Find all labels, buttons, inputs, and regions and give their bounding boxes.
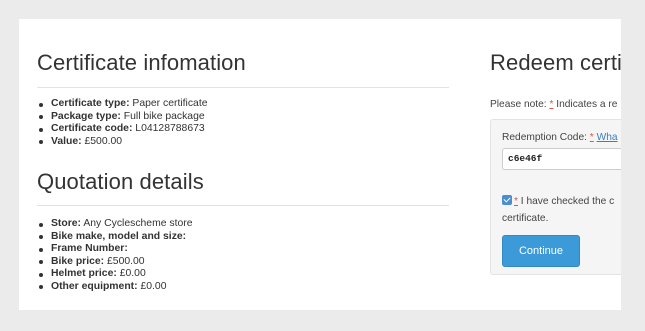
bullet-icon (39, 115, 43, 119)
item-value: £500.00 (81, 135, 123, 147)
item-label: Bike make, model and size: (51, 230, 187, 242)
list-item: Bike price: £500.00 (37, 256, 193, 269)
confirmation-checkbox-row: * I have checked the c certificate. (502, 193, 614, 227)
list-item: Certificate type: Paper certificate (37, 98, 208, 111)
bullet-icon (39, 235, 43, 239)
list-item: Value: £500.00 (37, 136, 208, 149)
divider (37, 205, 449, 206)
list-item: Certificate code: L04128788673 (37, 123, 208, 136)
list-item: Frame Number: (37, 243, 193, 256)
item-value: £500.00 (104, 255, 145, 267)
quotation-details-heading: Quotation details (37, 169, 204, 194)
redemption-code-label: Redemption Code: * Wha (502, 132, 618, 143)
item-label: Certificate code: (51, 123, 133, 134)
item-value: £0.00 (116, 268, 146, 279)
list-item: Package type: Full bike package (37, 111, 208, 124)
bullet-icon (39, 127, 43, 132)
bullet-icon (39, 140, 43, 144)
required-marker: * (589, 132, 594, 143)
checkbox-label-continued: certificate. (502, 213, 549, 224)
item-label: Value: (51, 135, 82, 147)
item-label: Package type: (51, 110, 121, 122)
note-suffix: Indicates a re (553, 99, 618, 110)
whats-this-link[interactable]: Wha (597, 132, 618, 143)
required-note: Please note: * Indicates a re (490, 99, 617, 110)
bullet-icon (39, 272, 43, 277)
item-value: Any Cyclescheme store (81, 218, 193, 229)
redeem-panel: Redemption Code: * Wha c6e46f * I have c… (490, 119, 621, 275)
item-value: Paper certificate (129, 98, 208, 109)
item-label: Frame Number: (51, 243, 128, 254)
bullet-icon (39, 247, 43, 252)
item-value: Full bike package (120, 110, 205, 122)
divider (37, 87, 449, 88)
list-item: Bike make, model and size: (37, 231, 193, 244)
redeem-certificate-heading: Redeem certif (490, 50, 621, 75)
continue-button[interactable]: Continue (502, 235, 580, 267)
certificate-info-heading: Certificate infomation (37, 50, 246, 75)
item-label: Store: (51, 218, 82, 229)
item-label: Helmet price: (51, 268, 117, 279)
bullet-icon (39, 285, 43, 289)
code-label-text: Redemption Code: (502, 132, 590, 143)
bullet-icon (39, 260, 43, 264)
item-label: Bike price: (51, 255, 105, 267)
note-prefix: Please note: (490, 99, 550, 110)
certificate-info-list: Certificate type: Paper certificate Pack… (37, 98, 208, 148)
page-container: Certificate infomation Certificate type:… (19, 19, 621, 310)
list-item: Helmet price: £0.00 (37, 268, 193, 281)
bullet-icon (39, 222, 43, 227)
item-value: £0.00 (137, 280, 167, 292)
redemption-code-input[interactable]: c6e46f (502, 148, 621, 170)
bullet-icon (39, 102, 43, 107)
item-label: Certificate type: (51, 98, 130, 109)
checkbox-label: I have checked the c (517, 196, 615, 207)
confirmation-checkbox[interactable] (502, 195, 512, 205)
item-label: Other equipment: (51, 280, 138, 292)
quotation-details-list: Store: Any Cyclescheme store Bike make, … (37, 218, 193, 293)
list-item: Store: Any Cyclescheme store (37, 218, 193, 231)
item-value: L04128788673 (132, 123, 205, 134)
list-item: Other equipment: £0.00 (37, 281, 193, 294)
